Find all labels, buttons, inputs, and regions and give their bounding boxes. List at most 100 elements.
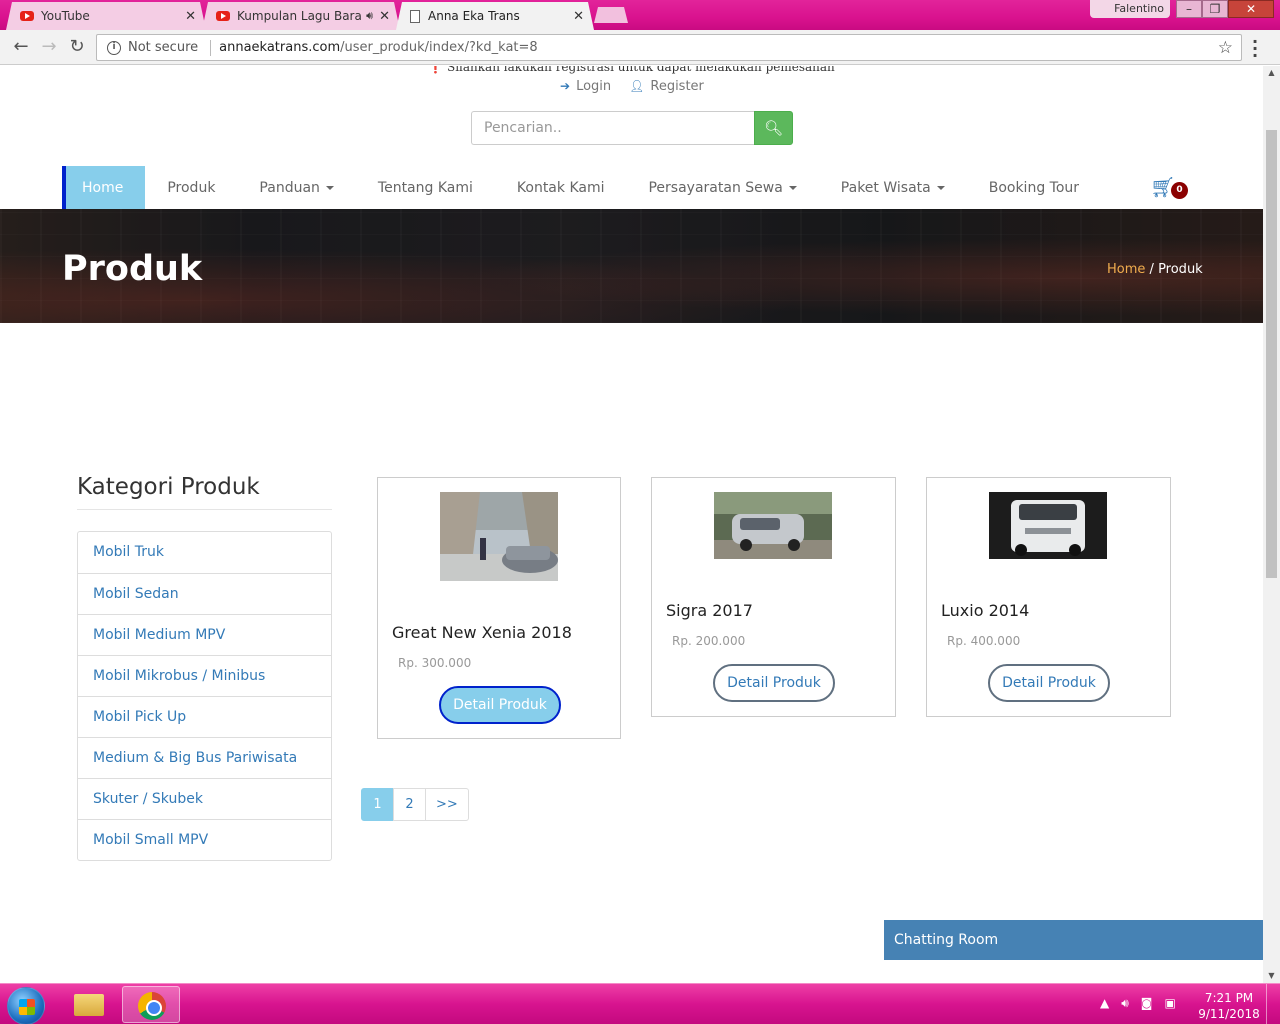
folder-icon: [74, 994, 104, 1016]
scroll-up-icon[interactable]: ▲: [1263, 66, 1280, 80]
registration-notice: ❗ Silahkan lakukan registrasi untuk dapa…: [0, 66, 1263, 74]
search-form: 🔍︎: [471, 111, 793, 145]
breadcrumb-home[interactable]: Home: [1107, 262, 1145, 277]
register-link[interactable]: 👤︎ Register: [629, 79, 704, 94]
search-input[interactable]: [471, 111, 754, 145]
product-name: Sigra 2017: [666, 601, 753, 620]
tab-label: Anna Eka Trans: [428, 9, 520, 23]
detail-produk-button[interactable]: Detail Produk: [988, 664, 1110, 702]
forward-icon[interactable]: →: [39, 37, 59, 57]
page-viewport: ❗ Silahkan lakukan registrasi untuk dapa…: [0, 66, 1263, 983]
category-mobil-sedan[interactable]: Mobil Sedan: [78, 573, 331, 614]
nav-produk[interactable]: Produk: [145, 166, 237, 210]
breadcrumb: Home / Produk: [1107, 262, 1203, 277]
network-icon[interactable]: ▣: [1164, 996, 1175, 1011]
speaker-icon[interactable]: 🔊︎: [366, 9, 373, 23]
auth-links: ➔ Login 👤︎ Register: [560, 79, 704, 94]
tab-anna-eka-trans[interactable]: Anna Eka Trans ✕: [396, 2, 594, 30]
caret-down-icon: [325, 186, 334, 190]
nav-label: Persayaratan Sewa: [648, 180, 783, 196]
nav-home[interactable]: Home: [62, 166, 146, 210]
category-list: Mobil Truk Mobil Sedan Mobil Medium MPV …: [77, 531, 332, 861]
info-icon: ❗: [428, 66, 447, 74]
breadcrumb-current: Produk: [1158, 262, 1203, 277]
close-window-button[interactable]: ✕: [1228, 0, 1274, 18]
product-photo-sigra[interactable]: [714, 492, 832, 559]
register-label: Register: [650, 79, 704, 94]
tab-youtube[interactable]: YouTube ✕: [6, 2, 206, 30]
close-tab-icon[interactable]: ✕: [573, 9, 584, 24]
breadcrumb-separator: /: [1149, 262, 1154, 277]
category-skuter[interactable]: Skuter / Skubek: [78, 778, 331, 819]
category-mobil-pick-up[interactable]: Mobil Pick Up: [78, 696, 331, 737]
tab-label: Kumpulan Lagu Barat: [237, 9, 363, 23]
category-mobil-truk[interactable]: Mobil Truk: [78, 532, 331, 573]
product-name: Great New Xenia 2018: [392, 623, 572, 642]
product-photo-luxio[interactable]: [989, 492, 1107, 559]
address-bar[interactable]: i Not secure annaekatrans.com /user_prod…: [96, 34, 1242, 61]
main-nav: Home Produk Panduan Tentang Kami Kontak …: [62, 166, 1202, 210]
taskbar-explorer[interactable]: [60, 986, 118, 1023]
product-price: Rp. 300.000: [398, 656, 472, 670]
page-scrollbar[interactable]: ▲ ▼: [1263, 66, 1280, 983]
tab-label: YouTube: [41, 9, 90, 23]
back-icon[interactable]: ←: [11, 37, 31, 57]
new-tab-button[interactable]: [594, 7, 628, 23]
login-link[interactable]: ➔ Login: [560, 79, 611, 94]
chatting-room-bar[interactable]: Chatting Room: [884, 920, 1263, 960]
nav-persyaratan-sewa[interactable]: Persayaratan Sewa: [626, 166, 818, 210]
security-label[interactable]: Not secure: [128, 40, 198, 55]
bookmark-star-icon[interactable]: ☆: [1218, 38, 1233, 58]
category-mobil-small-mpv[interactable]: Mobil Small MPV: [78, 819, 331, 860]
nav-tentang-kami[interactable]: Tentang Kami: [356, 166, 495, 210]
product-card: Sigra 2017 Rp. 200.000 Detail Produk: [651, 477, 896, 717]
product-photo-xenia[interactable]: [440, 492, 558, 581]
category-heading: Kategori Produk: [77, 474, 260, 500]
system-tray: ▲ 🔊︎ ◙ ▣: [1100, 996, 1176, 1011]
sign-in-icon: ➔: [560, 79, 571, 93]
nav-booking-tour[interactable]: Booking Tour: [967, 166, 1101, 210]
show-desktop-button[interactable]: [1266, 984, 1280, 1024]
tray-expand-icon[interactable]: ▲: [1100, 996, 1109, 1011]
browser-toolbar: ← → ↻ i Not secure annaekatrans.com /use…: [0, 30, 1280, 65]
reload-icon[interactable]: ↻: [67, 37, 87, 57]
tab-kumpulan-lagu[interactable]: Kumpulan Lagu Barat 🔊︎ ✕: [202, 2, 400, 30]
page-next[interactable]: >>: [425, 788, 469, 821]
taskbar-chrome[interactable]: [122, 986, 180, 1023]
product-price: Rp. 200.000: [672, 634, 746, 648]
close-tab-icon[interactable]: ✕: [185, 9, 196, 24]
nav-label: Paket Wisata: [840, 180, 931, 196]
detail-produk-button[interactable]: Detail Produk: [439, 686, 561, 724]
clock-date: 9/11/2018: [1198, 1007, 1260, 1021]
scroll-thumb[interactable]: [1266, 130, 1277, 578]
restore-button[interactable]: ❐: [1202, 0, 1228, 18]
product-name: Luxio 2014: [941, 601, 1030, 620]
volume-icon[interactable]: 🔊︎: [1121, 996, 1129, 1011]
search-icon: 🔍︎: [763, 120, 784, 137]
nav-label: Panduan: [259, 180, 320, 196]
windows-taskbar: ▲ 🔊︎ ◙ ▣ 7:21 PM 9/11/2018: [0, 983, 1280, 1024]
nav-paket-wisata[interactable]: Paket Wisata: [819, 166, 967, 210]
page-1[interactable]: 1: [361, 788, 394, 821]
product-price: Rp. 400.000: [947, 634, 1021, 648]
profile-button[interactable]: Falentino: [1090, 0, 1170, 18]
nav-panduan[interactable]: Panduan: [237, 166, 355, 210]
info-icon[interactable]: i: [107, 40, 121, 55]
nav-kontak-kami[interactable]: Kontak Kami: [495, 166, 627, 210]
search-button[interactable]: 🔍︎: [754, 111, 793, 145]
pagination: 1 2 >>: [361, 788, 469, 821]
product-card: Luxio 2014 Rp. 400.000 Detail Produk: [926, 477, 1171, 717]
scroll-down-icon[interactable]: ▼: [1263, 969, 1280, 983]
category-mobil-mikrobus[interactable]: Mobil Mikrobus / Minibus: [78, 655, 331, 696]
close-tab-icon[interactable]: ✕: [379, 9, 390, 24]
category-bus-pariwisata[interactable]: Medium & Big Bus Pariwisata: [78, 737, 331, 778]
page-2[interactable]: 2: [393, 788, 426, 821]
clock[interactable]: 7:21 PM 9/11/2018: [1198, 990, 1260, 1022]
start-button[interactable]: [7, 987, 45, 1024]
app-tray-icon[interactable]: ◙: [1141, 996, 1153, 1011]
minimize-button[interactable]: –: [1176, 0, 1202, 18]
browser-menu-icon[interactable]: · · ·: [1252, 34, 1258, 64]
category-mobil-medium-mpv[interactable]: Mobil Medium MPV: [78, 614, 331, 655]
detail-produk-button[interactable]: Detail Produk: [713, 664, 835, 702]
caret-down-icon: [936, 186, 945, 190]
